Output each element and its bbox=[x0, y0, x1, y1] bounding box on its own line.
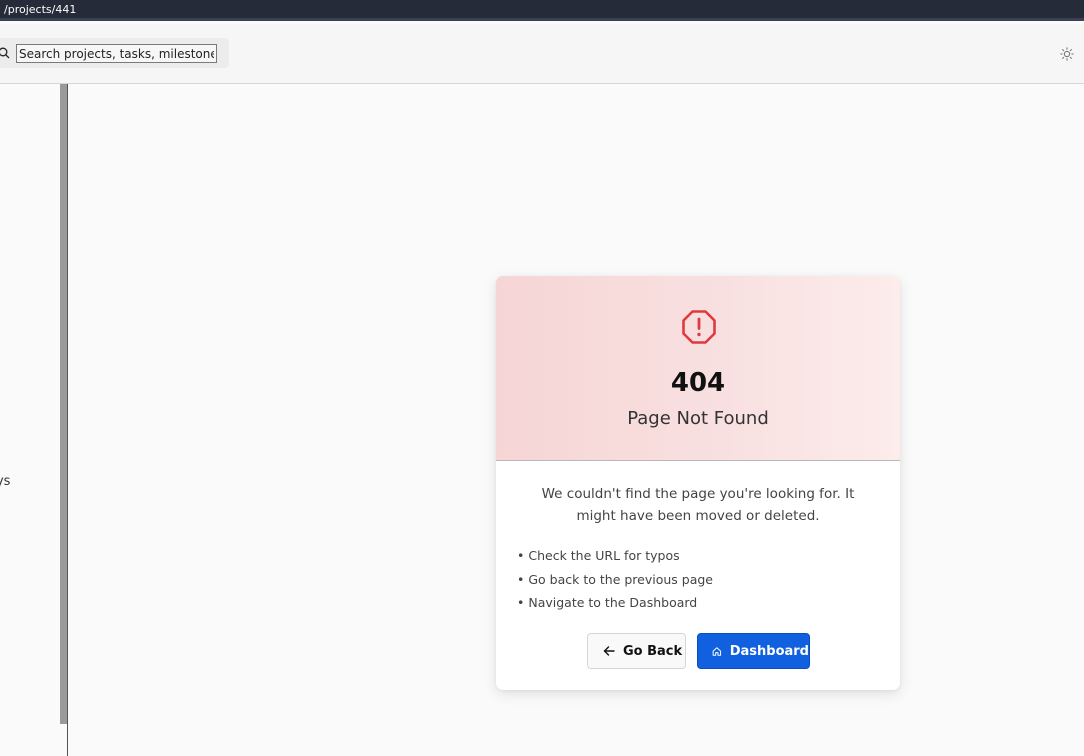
tips-list: Check the URL for typos Go back to the p… bbox=[517, 546, 713, 617]
arrow-left-icon bbox=[603, 646, 615, 656]
home-icon bbox=[712, 646, 722, 656]
sidebar-item-2[interactable]: ays bbox=[0, 474, 10, 489]
error-code: 404 bbox=[670, 368, 726, 398]
top-header bbox=[0, 24, 1084, 84]
url-text: /projects/441 bbox=[4, 3, 77, 16]
search-icon bbox=[0, 47, 10, 59]
card-header: 404 Page Not Found bbox=[496, 276, 900, 461]
sidebar-scrollbar[interactable] bbox=[60, 84, 67, 724]
sun-icon[interactable] bbox=[1060, 47, 1074, 61]
dashboard-label: Dashboard bbox=[729, 643, 809, 659]
search-input[interactable] bbox=[16, 44, 217, 63]
dashboard-button[interactable]: Dashboard bbox=[697, 633, 810, 669]
address-bar[interactable]: /projects/441 bbox=[0, 0, 1084, 21]
error-message: We couldn't find the page you're looking… bbox=[541, 486, 855, 524]
error-title: Page Not Found bbox=[627, 408, 769, 429]
search-box bbox=[0, 38, 229, 68]
tip-item: Navigate to the Dashboard bbox=[517, 593, 713, 617]
alert-octagon-icon bbox=[682, 310, 716, 344]
sidebar: s ays s bbox=[0, 84, 68, 756]
tip-item: Go back to the previous page bbox=[517, 570, 713, 594]
not-found-card: 404 Page Not Found We couldn't find the … bbox=[496, 276, 900, 690]
go-back-label: Go Back bbox=[623, 643, 683, 659]
tip-item: Check the URL for typos bbox=[517, 546, 713, 570]
go-back-button[interactable]: Go Back bbox=[587, 633, 686, 669]
